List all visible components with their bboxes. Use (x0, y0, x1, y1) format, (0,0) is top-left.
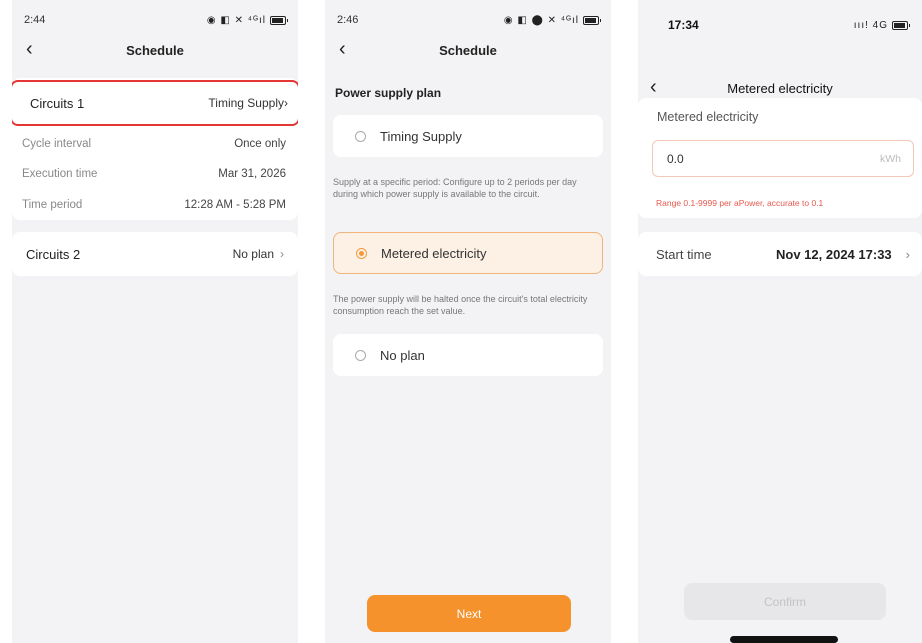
option-label: Timing Supply (380, 128, 462, 144)
status-indicator-icons: ◉ ◧ ✕ ⁴ᴳıl (206, 14, 266, 26)
detail-row-execution-time: Execution time Mar 31, 2026 (22, 162, 286, 186)
back-chevron-icon[interactable]: ‹ (650, 76, 657, 98)
section-title: Power supply plan (335, 86, 442, 100)
battery-icon (270, 15, 288, 25)
status-icons: ııı! 4G (853, 19, 910, 31)
circuit-2-card[interactable]: Circuits 2 No plan › (12, 232, 298, 276)
start-time-row[interactable]: Start time Nov 12, 2024 17:33 › (656, 232, 910, 276)
status-icons: ◉ ◧ ⬤ ✕ ⁴ᴳıl (503, 14, 601, 26)
circuit-1-name: Circuits 1 (30, 95, 85, 111)
range-hint: Range 0.1-9999 per aPower, accurate to 0… (656, 198, 824, 208)
nav-bar: ‹ Schedule (12, 38, 298, 62)
radio-unselected-icon[interactable] (355, 130, 366, 142)
option-no-plan[interactable]: No plan (333, 334, 603, 376)
field-label: Metered electricity (657, 110, 759, 124)
detail-row-time-period: Time period 12:28 AM - 5:28 PM (22, 193, 286, 217)
radio-unselected-icon[interactable] (355, 349, 366, 361)
metered-electricity-input[interactable] (665, 150, 880, 167)
circuit-2-name: Circuits 2 (26, 246, 81, 262)
home-indicator (730, 636, 838, 643)
status-indicator-icons: ◉ ◧ ⬤ ✕ ⁴ᴳıl (503, 14, 579, 26)
chevron-right-icon: › (280, 247, 284, 261)
circuit-1-card: Circuits 1 Timing Supply› Cycle interval… (12, 78, 298, 220)
detail-label: Cycle interval (22, 138, 92, 150)
nav-bar: ‹ Metered electricity (638, 76, 922, 100)
option-label: No plan (380, 347, 425, 363)
nav-bar: ‹ Schedule (325, 38, 611, 62)
radio-selected-icon[interactable] (356, 247, 367, 259)
back-chevron-icon[interactable]: ‹ (339, 38, 346, 60)
status-time: 2:44 (24, 14, 46, 26)
circuit-1-plan-value: Timing Supply (208, 96, 284, 110)
status-icons: ◉ ◧ ✕ ⁴ᴳıl (206, 14, 288, 26)
battery-icon (583, 15, 601, 25)
page-title: Metered electricity (727, 80, 833, 96)
detail-label: Time period (22, 199, 83, 211)
unit-label: kWh (880, 152, 901, 165)
metered-electricity-screen: 17:34 ııı! 4G ‹ Metered electricity Mete… (638, 0, 922, 643)
status-bar: 2:46 ◉ ◧ ⬤ ✕ ⁴ᴳıl (337, 12, 601, 28)
circuit-1-plan: Timing Supply› (208, 96, 288, 110)
chevron-right-icon: › (905, 246, 910, 262)
status-time: 17:34 (668, 18, 699, 32)
option-metered-electricity[interactable]: Metered electricity (333, 232, 603, 274)
start-time-value: Nov 12, 2024 17:33 (776, 246, 892, 262)
circuit-2-plan: No plan › (233, 247, 284, 261)
circuit-2-plan-value: No plan (232, 247, 274, 261)
circuit-2-row[interactable]: Circuits 2 No plan › (26, 232, 284, 276)
option-timing-supply[interactable]: Timing Supply (333, 115, 603, 157)
status-bar: 17:34 ııı! 4G (668, 17, 910, 33)
option-description-metered: The power supply will be halted once the… (333, 294, 588, 316)
start-time-label: Start time (656, 246, 712, 262)
detail-label: Execution time (22, 168, 98, 180)
detail-value: Once only (234, 138, 286, 150)
confirm-button[interactable]: Confirm (684, 583, 886, 620)
signal-network-icons: ııı! 4G (853, 19, 888, 31)
page-title: Schedule (439, 42, 497, 58)
circuit-1-row[interactable]: Circuits 1 Timing Supply› (12, 80, 298, 126)
page-title: Schedule (126, 42, 184, 58)
detail-row-cycle-interval: Cycle interval Once only (22, 132, 286, 156)
battery-icon (892, 20, 910, 30)
back-chevron-icon[interactable]: ‹ (26, 38, 33, 60)
start-time-card[interactable]: Start time Nov 12, 2024 17:33 › (638, 232, 922, 276)
metered-electricity-card: Metered electricity kWh Range 0.1-9999 p… (638, 98, 922, 218)
status-bar: 2:44 ◉ ◧ ✕ ⁴ᴳıl (24, 12, 288, 28)
next-button[interactable]: Next (367, 595, 571, 632)
schedule-screen-plan: 2:46 ◉ ◧ ⬤ ✕ ⁴ᴳıl ‹ Schedule Power suppl… (325, 0, 611, 643)
metered-electricity-input-box[interactable]: kWh (652, 140, 914, 177)
detail-value: Mar 31, 2026 (218, 168, 286, 180)
option-description-timing: Supply at a specific period: Configure u… (333, 177, 577, 199)
start-time-value-group: Nov 12, 2024 17:33 › (776, 247, 910, 262)
chevron-right-icon: › (284, 96, 288, 110)
status-time: 2:46 (337, 14, 359, 26)
option-label: Metered electricity (381, 245, 487, 261)
schedule-screen-circuits: 2:44 ◉ ◧ ✕ ⁴ᴳıl ‹ Schedule Circuits 1 Ti… (12, 0, 298, 643)
detail-value: 12:28 AM - 5:28 PM (184, 199, 286, 211)
